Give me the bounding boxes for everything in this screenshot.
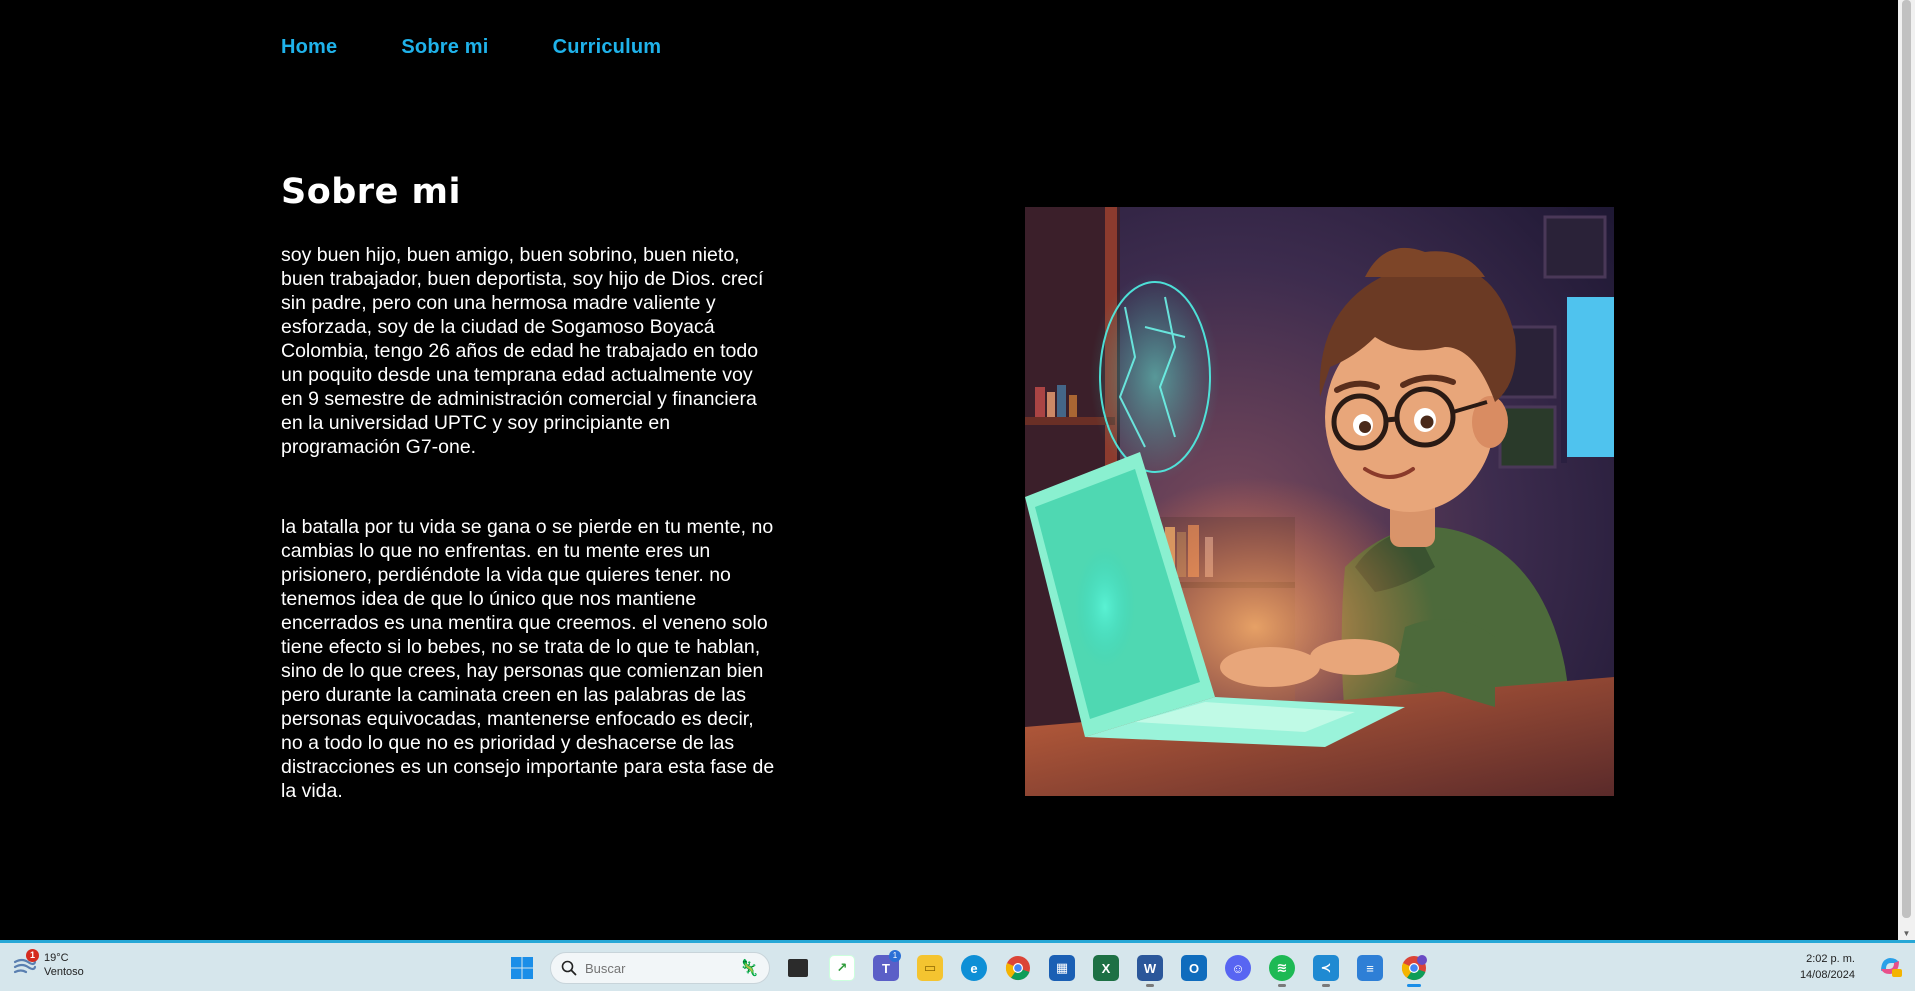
- scroll-down-arrow-icon[interactable]: ▼: [1902, 930, 1911, 938]
- scrollbar-thumb[interactable]: [1902, 0, 1911, 918]
- search-icon: [561, 960, 577, 976]
- teams-icon[interactable]: T 1: [864, 948, 908, 988]
- spotify-icon[interactable]: ≋: [1260, 948, 1304, 988]
- weather-temp: 19°C: [44, 952, 69, 964]
- chrome-profile-icon[interactable]: [1392, 948, 1436, 988]
- taskbar: 1 19°C Ventoso 🦎 ↗ T 1 ▭ e: [0, 940, 1915, 991]
- stock-app-icon[interactable]: ↗: [820, 948, 864, 988]
- webpage: Home Sobre mi Curriculum Sobre mi soy bu…: [0, 0, 1898, 940]
- weather-icon: 1: [12, 949, 39, 978]
- vscode-icon[interactable]: ≺: [1304, 948, 1348, 988]
- main-nav: Home Sobre mi Curriculum: [281, 36, 661, 59]
- illustration-boy-with-laptop: [1025, 207, 1614, 796]
- weather-widget[interactable]: 1 19°C Ventoso: [12, 949, 84, 979]
- weather-alert-badge: 1: [26, 949, 39, 962]
- page-scrollbar[interactable]: ▲ ▼: [1898, 0, 1915, 940]
- file-explorer-icon[interactable]: ▭: [908, 948, 952, 988]
- about-paragraph-1: soy buen hijo, buen amigo, buen sobrino,…: [281, 244, 764, 458]
- teams-badge: 1: [889, 950, 901, 962]
- nav-link-curriculum[interactable]: Curriculum: [553, 36, 662, 59]
- task-view-icon[interactable]: [776, 948, 820, 988]
- about-paragraph-2: la batalla por tu vida se gana o se pier…: [281, 516, 775, 802]
- nav-link-home[interactable]: Home: [281, 36, 337, 59]
- taskbar-search[interactable]: 🦎: [550, 952, 770, 984]
- chrome-icon[interactable]: [996, 948, 1040, 988]
- edge-icon[interactable]: e: [952, 948, 996, 988]
- copilot-icon[interactable]: [1877, 953, 1903, 979]
- outlook-icon[interactable]: O: [1172, 948, 1216, 988]
- discord-icon[interactable]: ☺: [1216, 948, 1260, 988]
- taskbar-app-icons: 🦎 ↗ T 1 ▭ e ▦ X W O ☺ ≋ ≺ ≡: [500, 948, 1436, 988]
- clock-date: 14/08/2024: [1799, 969, 1855, 981]
- system-clock[interactable]: 2:02 p. m. 14/08/2024: [1800, 951, 1855, 983]
- store-icon[interactable]: ▦: [1040, 948, 1084, 988]
- page-title: Sobre mi: [281, 172, 461, 212]
- nav-link-sobre-mi[interactable]: Sobre mi: [401, 36, 488, 59]
- search-input[interactable]: [585, 960, 715, 976]
- clock-time: 2:02 p. m.: [1806, 953, 1855, 965]
- notepad-icon[interactable]: ≡: [1348, 948, 1392, 988]
- excel-icon[interactable]: X: [1084, 948, 1128, 988]
- windows-start-icon[interactable]: [500, 948, 544, 988]
- search-highlight-icon: 🦎: [739, 960, 759, 977]
- weather-condition: Ventoso: [44, 966, 84, 978]
- word-icon[interactable]: W: [1128, 948, 1172, 988]
